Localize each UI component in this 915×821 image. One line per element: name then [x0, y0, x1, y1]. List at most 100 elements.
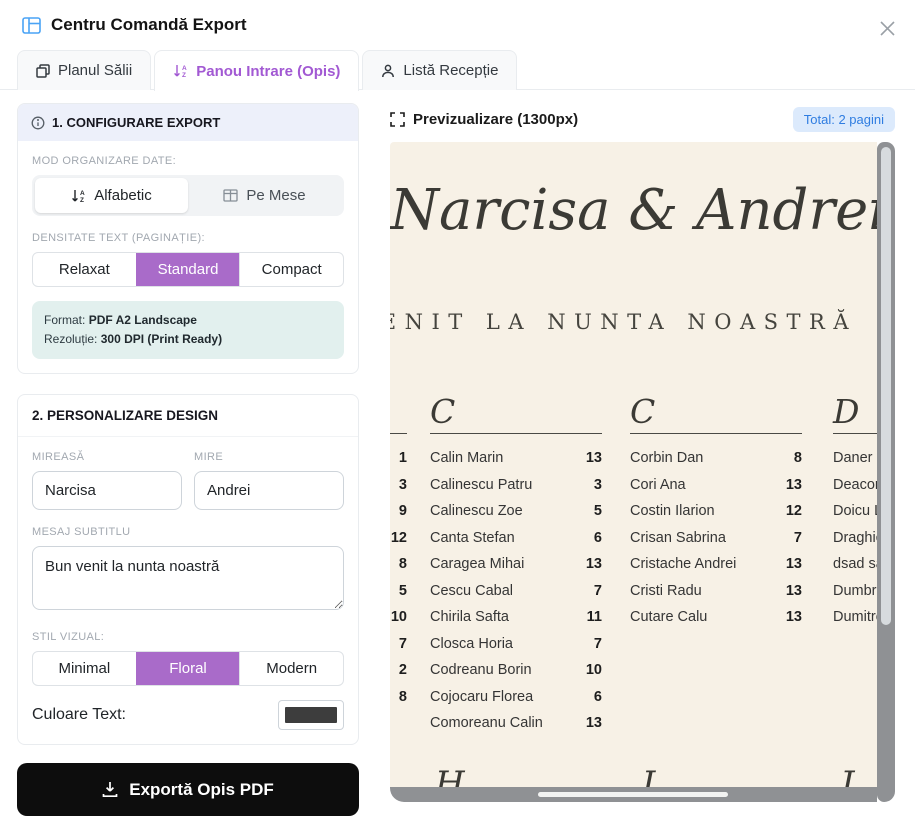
guest-name: Codreanu Borin	[430, 662, 532, 678]
guest-table-number: 11	[587, 609, 602, 625]
option-pe-mese[interactable]: Pe Mese	[188, 178, 341, 213]
guest-row: Dumbra	[833, 578, 877, 605]
column-rows: Daner MDeaconDoicu LDraghicdsad saDumbra…	[833, 445, 877, 631]
guest-name: Cristi Radu	[630, 583, 702, 599]
subtitle-textarea[interactable]: Bun venit la nunta noastră	[32, 546, 344, 610]
visual-style-label: STIL VIZUAL:	[32, 631, 344, 643]
guest-row: Closca Horia7	[430, 631, 602, 658]
personalize-design-header: 2. PERSONALIZARE DESIGN	[18, 395, 358, 437]
option-standard[interactable]: Standard	[136, 253, 240, 286]
vertical-scrollbar-thumb[interactable]	[881, 147, 891, 625]
vertical-scrollbar[interactable]	[877, 142, 895, 802]
guest-name: Cojocaru Florea	[430, 689, 533, 705]
guest-name: Calinescu Zoe	[430, 503, 523, 519]
svg-text:A: A	[182, 65, 187, 72]
guest-table-number: 1	[399, 450, 407, 466]
export-pdf-button[interactable]: Exportă Opis PDF	[17, 763, 359, 816]
column-underline	[630, 433, 802, 434]
guest-row: Calin Marin13	[430, 445, 602, 472]
option-label: Pe Mese	[246, 187, 305, 204]
guest-name: Dumbra	[833, 583, 877, 599]
visual-style-toggle: Minimal Floral Modern	[32, 651, 344, 686]
guest-table-number: 3	[594, 477, 602, 493]
guest-name: Cescu Cabal	[430, 583, 513, 599]
guest-table-number: 10	[586, 662, 602, 678]
section-letter: D	[833, 392, 877, 432]
option-compact[interactable]: Compact	[239, 253, 343, 286]
svg-text:Z: Z	[182, 72, 186, 78]
guest-table-number: 12	[391, 530, 407, 546]
organize-mode-label: MOD ORGANIZARE DATE:	[32, 155, 344, 167]
table-grid-icon	[223, 189, 238, 202]
guest-name: Draghic	[833, 530, 877, 546]
tab-lista-receptie[interactable]: Listă Recepție	[362, 50, 517, 90]
option-modern[interactable]: Modern	[239, 652, 343, 685]
column-underline	[833, 433, 877, 434]
bride-input[interactable]	[32, 471, 182, 510]
guest-row: 7	[390, 631, 407, 658]
guest-row: 12	[390, 525, 407, 552]
guest-table-number: 13	[586, 715, 602, 731]
organize-mode-toggle: A Z Alfabetic	[32, 175, 344, 216]
guest-row: 5	[390, 578, 407, 605]
section-title: 1. CONFIGURARE EXPORT	[52, 115, 220, 130]
horizontal-scrollbar-thumb[interactable]	[538, 792, 728, 797]
layout-icon	[22, 17, 41, 34]
horizontal-scrollbar[interactable]	[390, 787, 877, 802]
guest-row: Doicu L	[833, 498, 877, 525]
option-alfabetic[interactable]: A Z Alfabetic	[35, 178, 188, 213]
guest-row: 2	[390, 657, 407, 684]
option-relaxat[interactable]: Relaxat	[33, 253, 136, 286]
cut-column-rows: 139128510728	[390, 445, 407, 710]
resolution-label: Rezoluție:	[44, 332, 97, 346]
column-rows: Corbin Dan8Cori Ana13Costin Ilarion12Cri…	[630, 445, 802, 631]
guest-table-number: 13	[586, 556, 602, 572]
preview-title: Previzualizare (1300px)	[413, 111, 578, 128]
option-minimal[interactable]: Minimal	[33, 652, 136, 685]
tab-label: Listă Recepție	[403, 62, 498, 79]
tab-planul-salii[interactable]: Planul Sălii	[17, 50, 151, 90]
svg-text:A: A	[80, 190, 85, 197]
subtitle-label: MESAJ SUBTITLU	[32, 526, 344, 538]
guest-table-number: 7	[399, 636, 407, 652]
close-button[interactable]	[875, 16, 899, 40]
cut-column-numbers: 139128510728	[390, 392, 407, 710]
guest-row: Cojocaru Florea6	[430, 684, 602, 711]
guest-name: Canta Stefan	[430, 530, 515, 546]
overlapping-squares-icon	[36, 64, 50, 78]
guest-column: C Calin Marin13Calinescu Patru3Calinescu…	[430, 392, 602, 737]
guest-row: Codreanu Borin 10	[430, 657, 602, 684]
guest-name: Chirila Safta	[430, 609, 509, 625]
guest-column: C Corbin Dan8Cori Ana13Costin Ilarion12C…	[630, 392, 802, 631]
tab-panou-intrare-opis[interactable]: A Z Panou Intrare (Opis)	[154, 50, 359, 91]
text-color-picker[interactable]	[278, 700, 344, 730]
guest-table-number: 9	[399, 503, 407, 519]
option-label: Alfabetic	[94, 187, 152, 204]
expand-icon[interactable]	[390, 112, 405, 127]
preview-header: Previzualizare (1300px) Total: 2 pagini	[390, 107, 895, 132]
guest-row: 9	[390, 498, 407, 525]
guest-name: Closca Horia	[430, 636, 513, 652]
guest-row: Calinescu Patru3	[430, 472, 602, 499]
guest-table-number: 3	[399, 477, 407, 493]
option-floral[interactable]: Floral	[136, 652, 240, 685]
guest-table-number: 13	[786, 556, 802, 572]
groom-label: MIRE	[194, 451, 344, 463]
guest-table-number: 8	[794, 450, 802, 466]
guest-row: Cristi Radu 13	[630, 578, 802, 605]
format-line: Format: PDF A2 Landscape	[44, 311, 332, 330]
guest-name: Crisan Sabrina	[630, 530, 726, 546]
modal-header: Centru Comandă Export	[22, 15, 247, 35]
modal-title: Centru Comandă Export	[51, 15, 247, 35]
guest-name: Cori Ana	[630, 477, 686, 493]
guest-table-number: 5	[594, 503, 602, 519]
tab-bar: Planul Sălii A Z Panou Intrare (Opis) Li…	[17, 50, 517, 91]
guest-table-number: 13	[786, 583, 802, 599]
export-modal: Centru Comandă Export Planul Sălii A Z	[0, 0, 915, 821]
column-underline	[390, 433, 407, 434]
groom-input[interactable]	[194, 471, 344, 510]
section-letter: J	[840, 764, 854, 787]
density-toggle: Relaxat Standard Compact	[32, 252, 344, 287]
guest-table-number: 7	[594, 583, 602, 599]
column-rows: Calin Marin13Calinescu Patru3 Calinescu Z…	[430, 445, 602, 737]
